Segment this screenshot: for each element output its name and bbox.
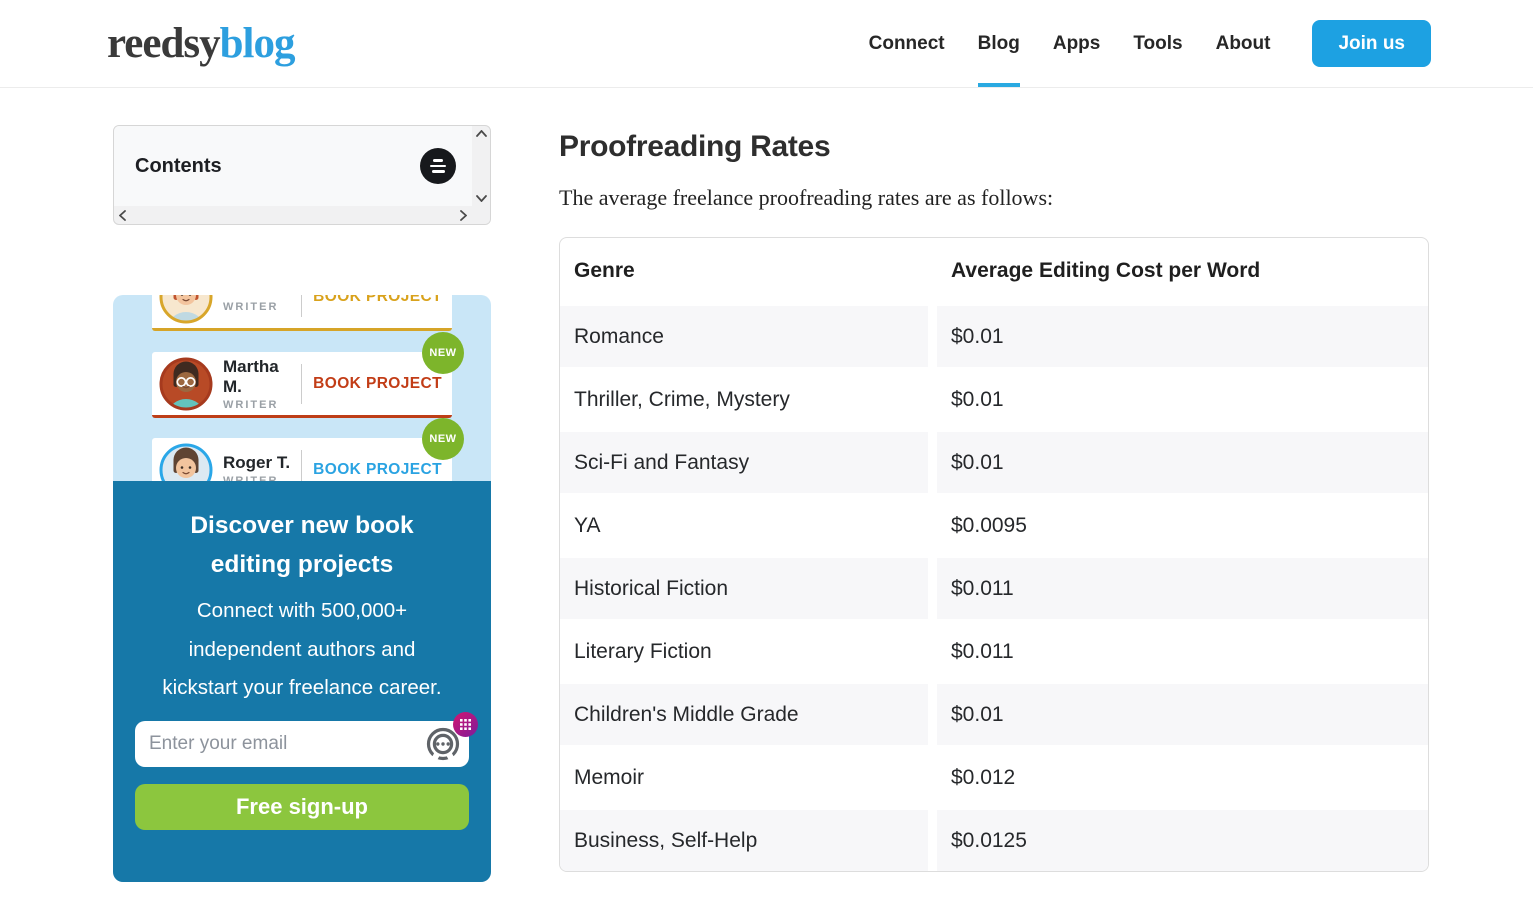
intro-paragraph: The average freelance proofreading rates… (559, 185, 1429, 211)
writer-name: Roger T. (223, 453, 290, 473)
scroll-up-icon[interactable] (476, 130, 487, 137)
table-row: Romance$0.01 (560, 306, 1428, 367)
table-row: Memoir$0.012 (560, 747, 1428, 808)
contents-widget: Contents (113, 125, 491, 225)
genre-cell: YA (560, 495, 928, 556)
contents-menu-button[interactable] (420, 148, 456, 184)
table-body: Romance$0.01Thriller, Crime, Mystery$0.0… (560, 306, 1428, 871)
cost-cell: $0.011 (937, 621, 1428, 682)
article-main: Proofreading Rates The average freelance… (559, 125, 1429, 882)
reedsy-blog-page: reedsyblog Connect Blog Apps Tools About Joi… (0, 0, 1533, 898)
writer-card[interactable]: NEW Martha M. WRITER BOOK PROJECT (152, 352, 452, 418)
email-input[interactable] (135, 721, 469, 767)
extension-badge-icon[interactable] (453, 712, 478, 737)
card-divider (301, 295, 302, 317)
nav-item-about[interactable]: About (1216, 0, 1271, 87)
cost-cell: $0.0125 (937, 810, 1428, 871)
page-content: Contents (0, 88, 1533, 882)
writer-avatar-icon (159, 295, 213, 324)
join-us-button[interactable]: Join us (1312, 20, 1431, 67)
column-header-genre: Genre (560, 238, 928, 304)
new-badge: NEW (422, 418, 464, 460)
column-header-cost: Average Editing Cost per Word (937, 238, 1428, 304)
writer-name: Martha M. (223, 357, 290, 397)
cost-cell: $0.012 (937, 747, 1428, 808)
book-project-link[interactable]: BOOK PROJECT (313, 375, 442, 393)
writer-card[interactable]: NEW Roger T. WRITER BOOK PROJECT (152, 438, 452, 481)
table-row: Historical Fiction$0.011 (560, 558, 1428, 619)
page-title: Proofreading Rates (559, 130, 1429, 164)
cost-cell: $0.01 (937, 684, 1428, 745)
signup-cta-panel: Discover new book editing projects Conne… (113, 481, 491, 882)
writer-avatar-icon (159, 357, 213, 411)
genre-cell: Sci-Fi and Fantasy (560, 432, 928, 493)
table-row: Children's Middle Grade$0.01 (560, 684, 1428, 745)
free-signup-button[interactable]: Free sign-up (135, 784, 469, 830)
table-row: Sci-Fi and Fantasy$0.01 (560, 432, 1428, 493)
cost-cell: $0.01 (937, 306, 1428, 367)
site-header: reedsyblog Connect Blog Apps Tools About Joi… (0, 0, 1533, 88)
nav-item-tools[interactable]: Tools (1133, 0, 1182, 87)
table-row: YA$0.0095 (560, 495, 1428, 556)
scroll-left-icon[interactable] (119, 210, 126, 221)
main-nav: Connect Blog Apps Tools About (869, 0, 1271, 87)
email-field-wrapper (135, 721, 469, 767)
contents-widget-body: Contents (114, 126, 472, 206)
reedsy-blog-logo[interactable]: reedsyblog (107, 0, 295, 87)
logo-blog: blog (220, 19, 295, 68)
genre-cell: Thriller, Crime, Mystery (560, 369, 928, 430)
genre-cell: Children's Middle Grade (560, 684, 928, 745)
book-project-link[interactable]: BOOK PROJECT (313, 461, 442, 479)
contents-title: Contents (135, 155, 222, 178)
writer-cards-carousel: WRITER BOOK PROJECTNEW Martha M. WRITER … (113, 295, 491, 481)
nav-item-connect[interactable]: Connect (869, 0, 945, 87)
sidebar: Contents (113, 125, 491, 882)
logo-reedsy: reedsy (107, 19, 220, 68)
scroll-down-icon[interactable] (476, 195, 487, 202)
cost-cell: $0.011 (937, 558, 1428, 619)
cost-cell: $0.01 (937, 432, 1428, 493)
genre-cell: Romance (560, 306, 928, 367)
table-header-row: Genre Average Editing Cost per Word (560, 238, 1428, 304)
scroll-right-icon[interactable] (460, 210, 467, 221)
genre-cell: Literary Fiction (560, 621, 928, 682)
marketplace-promo-widget: WRITER BOOK PROJECTNEW Martha M. WRITER … (113, 295, 491, 882)
writer-name (223, 295, 290, 299)
new-badge: NEW (422, 332, 464, 374)
genre-cell: Business, Self-Help (560, 810, 928, 871)
table-row: Thriller, Crime, Mystery$0.01 (560, 369, 1428, 430)
card-divider (301, 450, 302, 482)
writer-card[interactable]: WRITER BOOK PROJECT (152, 295, 452, 331)
nav-item-apps[interactable]: Apps (1053, 0, 1101, 87)
cost-cell: $0.01 (937, 369, 1428, 430)
book-project-link[interactable]: BOOK PROJECT (313, 295, 442, 306)
card-divider (301, 364, 302, 404)
writer-role: WRITER (223, 301, 290, 313)
vertical-scrollbar[interactable] (472, 126, 490, 206)
cta-body-text: Connect with 500,000+ independent author… (151, 592, 453, 708)
cta-heading: Discover new book editing projects (171, 506, 433, 584)
rates-table: Genre Average Editing Cost per Word Roma… (559, 237, 1429, 872)
horizontal-scrollbar[interactable] (114, 206, 472, 224)
cost-cell: $0.0095 (937, 495, 1428, 556)
table-row: Business, Self-Help$0.0125 (560, 810, 1428, 871)
nav-item-blog[interactable]: Blog (978, 0, 1020, 87)
genre-cell: Memoir (560, 747, 928, 808)
genre-cell: Historical Fiction (560, 558, 928, 619)
writer-avatar-icon (159, 443, 213, 482)
scrollbar-corner (472, 206, 490, 224)
table-row: Literary Fiction$0.011 (560, 621, 1428, 682)
writer-role: WRITER (223, 399, 290, 411)
